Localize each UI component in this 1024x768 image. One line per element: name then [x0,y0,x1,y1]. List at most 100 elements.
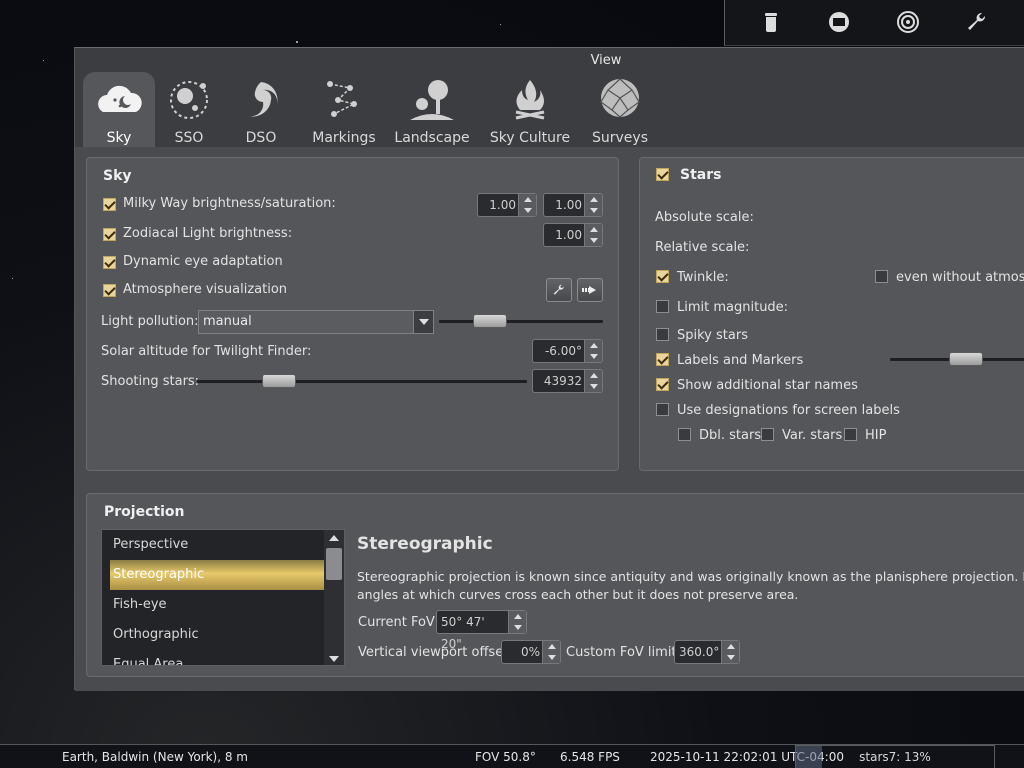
spin-arrows[interactable] [508,611,526,633]
screen-icon[interactable] [823,6,855,38]
spin-arrows[interactable] [584,194,602,216]
shooting-stars-slider-handle[interactable] [262,374,297,388]
light-pollution-combo[interactable]: manual [198,310,434,334]
tab-sky-culture[interactable]: Sky Culture [489,72,571,147]
hip-checkbox[interactable] [844,428,857,441]
tab-sso[interactable]: SSO [159,72,219,147]
tab-label: Markings [312,130,376,146]
atmosphere-settings-button[interactable] [546,278,572,302]
spiky-stars-checkbox[interactable] [656,328,669,341]
zodiacal-light-spinbox[interactable]: 1.00 [543,223,603,247]
relative-scale-label: Relative scale: [655,240,750,255]
custom-fov-spinbox[interactable]: 360.0° [674,640,740,664]
projection-list[interactable]: Perspective Stereographic Fish-eye Ortho… [101,529,345,666]
background-star [43,60,44,61]
solar-system-icon [170,81,208,119]
list-item[interactable]: Orthographic [110,620,325,650]
arrow-right-icon [582,286,596,294]
shooting-stars-spinbox[interactable]: 43932 [532,369,603,393]
sky-cloud-moon-icon [98,85,142,112]
custom-fov-label: Custom FoV limit [566,645,677,660]
current-fov-label: Current FoV [358,615,435,630]
without-atmosphere-checkbox[interactable] [875,270,888,283]
atmosphere-label: Atmosphere visualization [123,282,288,297]
limit-magnitude-label: Limit magnitude: [677,300,789,315]
target-icon[interactable] [892,6,924,38]
absolute-scale-label: Absolute scale: [655,210,754,225]
viewport-offset-label: Vertical viewport offset [358,645,509,660]
solar-altitude-spinbox[interactable]: -6.00° [532,339,603,363]
twinkle-checkbox[interactable] [656,270,669,283]
spin-arrows[interactable] [584,224,602,246]
wrench-icon [553,284,564,295]
spin-arrows[interactable] [721,641,739,663]
tab-label: Landscape [394,130,470,146]
list-item[interactable]: Fish-eye [110,590,325,620]
designations-checkbox[interactable] [656,403,669,416]
galaxy-icon [249,82,278,117]
current-fov-spinbox[interactable]: 50° 47' 20" [436,610,527,651]
viewport-offset-spinbox[interactable]: 0% [501,640,561,664]
hip-label: HIP [865,428,887,443]
zodiacal-light-checkbox[interactable] [103,228,116,241]
location-text[interactable]: Earth, Baldwin (New York), 8 m [62,745,248,768]
dbl-stars-checkbox[interactable] [678,428,691,441]
atmosphere-forward-button[interactable] [577,278,603,302]
projection-heading: Stereographic [357,534,493,554]
projection-list-scrollbar[interactable] [324,530,344,665]
stars-checkbox[interactable] [656,168,669,181]
light-pollution-slider-handle[interactable] [472,314,507,328]
campfire-icon [515,80,545,120]
labels-slider-handle[interactable] [949,352,983,366]
atmosphere-checkbox[interactable] [103,284,116,297]
spin-arrows[interactable] [542,641,560,663]
progress-text: stars7: 13% [859,750,931,764]
var-stars-checkbox[interactable] [761,428,774,441]
labels-markers-checkbox[interactable] [656,353,669,366]
spin-arrows[interactable] [584,370,602,392]
wrench-icon[interactable] [961,6,993,38]
limit-magnitude-checkbox[interactable] [656,300,669,313]
sky-group-title: Sky [103,168,132,184]
tab-bar: Sky SSO DSO Markings Landscape Sky Cultu… [83,72,1023,147]
list-item[interactable]: Equal Area [110,650,325,665]
tab-content-sky: Sky Milky Way brightness/saturation: 1.0… [75,147,1024,691]
tab-dso[interactable]: DSO [231,72,291,147]
milky-way-brightness-spinbox[interactable]: 1.00 [477,193,537,217]
status-bar: Earth, Baldwin (New York), 8 m FOV 50.8°… [0,744,1024,768]
twinkle-label: Twinkle: [677,270,729,285]
tab-label: DSO [245,130,277,146]
list-item[interactable]: Perspective [110,530,325,560]
additional-names-checkbox[interactable] [656,378,669,391]
milky-way-label: Milky Way brightness/saturation: [123,196,336,211]
milky-way-saturation-spinbox[interactable]: 1.00 [543,193,603,217]
tab-label: Sky Culture [489,130,571,146]
background-star [500,24,501,25]
spiky-stars-label: Spiky stars [677,328,748,343]
projection-description-line-1: Stereographic projection is known since … [357,569,1024,584]
tab-label: Sky [106,130,132,146]
light-pollution-slider-track [439,320,603,323]
flask-icon[interactable] [755,6,787,38]
spin-arrows[interactable] [584,340,602,362]
tab-landscape[interactable]: Landscape [393,72,471,147]
tab-markings[interactable]: Markings [309,72,379,147]
list-item-selected[interactable]: Stereographic [110,560,325,590]
tab-sky[interactable]: Sky [83,72,155,147]
scrollbar-thumb[interactable] [326,548,342,580]
tab-surveys[interactable]: Surveys [587,72,653,147]
spin-arrows[interactable] [518,194,536,216]
sky-group: Sky Milky Way brightness/saturation: 1.0… [86,157,619,471]
milky-way-checkbox[interactable] [103,198,116,211]
stars-group-title: Stars [680,167,722,183]
light-pollution-label: Light pollution: [101,314,199,329]
scroll-up-arrow-icon[interactable] [329,535,339,541]
landscape-tree-icon [410,80,454,120]
catalog-progress-bar: stars7: 13% [795,745,995,768]
dynamic-eye-checkbox[interactable] [103,256,116,269]
scroll-down-arrow-icon[interactable] [329,656,339,662]
labels-markers-label: Labels and Markers [677,353,804,368]
chevron-down-icon [413,311,433,333]
shooting-stars-slider-track [197,380,527,383]
zodiacal-light-label: Zodiacal Light brightness: [123,226,293,241]
